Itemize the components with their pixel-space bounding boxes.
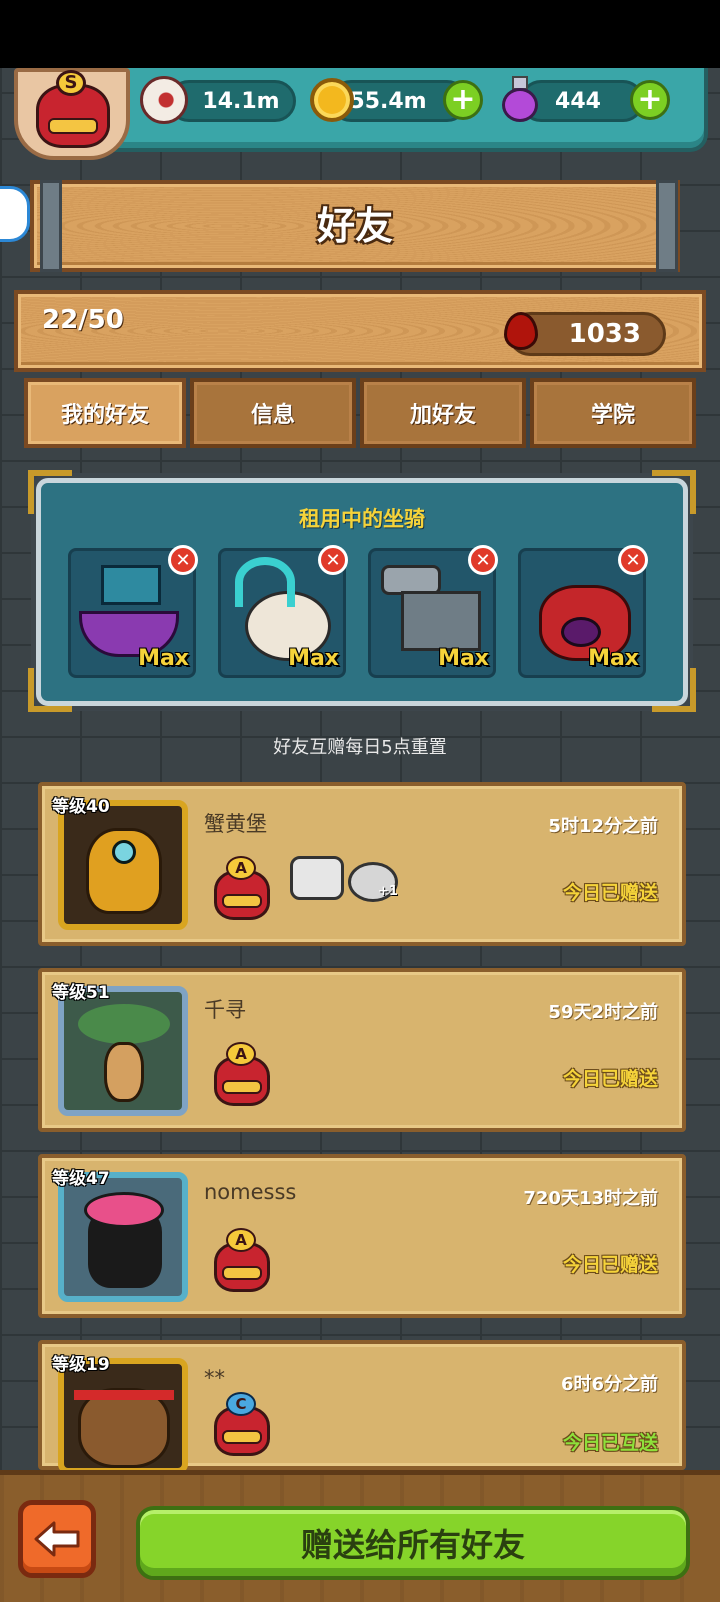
friend-last-seen: 5时12分之前 — [548, 816, 658, 837]
rented-mounts-title: 租用中的坐骑 — [299, 507, 425, 531]
friend-level: 等级19 — [52, 1355, 110, 1375]
back-button[interactable] — [18, 1500, 96, 1578]
friend-last-seen: 720天13时之前 — [523, 1188, 658, 1209]
friend-name: 千寻 — [204, 998, 246, 1022]
friend-avatar[interactable] — [58, 986, 188, 1116]
friend-level: 等级51 — [52, 983, 110, 1003]
friend-rank-letter: C — [226, 1392, 256, 1416]
friend-avatar[interactable] — [58, 800, 188, 930]
tab-add-friend[interactable]: 加好友 — [360, 378, 526, 448]
extra-gift-count: +1 — [378, 884, 398, 899]
gift-status: 今日已赠送 — [562, 1068, 658, 1090]
tab-my-friends-label: 我的好友 — [60, 403, 149, 428]
friend-rank-badge: A — [208, 1228, 274, 1300]
blood-value: 1033 — [568, 319, 641, 349]
tab-academy[interactable]: 学院 — [530, 378, 696, 448]
eyeball-icon — [140, 76, 188, 124]
friend-card[interactable]: 等级19 ** 6时6分之前 C 今日已互送 — [38, 1340, 686, 1474]
gift-all-friends-button[interactable]: 赠送给所有好友 — [136, 1506, 690, 1580]
friend-avatar[interactable] — [58, 1172, 188, 1302]
friend-avatar[interactable] — [58, 1358, 188, 1474]
tab-messages[interactable]: 信息 — [190, 378, 356, 448]
panel-corner — [28, 668, 72, 712]
mount-max-label: Max — [588, 646, 639, 671]
friend-last-seen: 6时6分之前 — [560, 1374, 658, 1395]
tab-my-friends[interactable]: 我的好友 — [24, 378, 186, 448]
add-coins-button[interactable]: + — [443, 80, 483, 120]
remove-mount-button[interactable]: ✕ — [618, 545, 648, 575]
friend-level: 等级40 — [52, 797, 110, 817]
status-bar — [0, 0, 720, 68]
gift-status: 今日已赠送 — [562, 1254, 658, 1276]
friend-level: 等级47 — [52, 1169, 110, 1189]
friend-card[interactable]: 等级47 nomesss 720天13时之前 A 今日已赠送 — [38, 1154, 686, 1318]
add-potion-button[interactable]: + — [630, 80, 670, 120]
player-avatar[interactable]: S — [14, 68, 130, 160]
gift-status: 今日已赠送 — [562, 882, 658, 904]
friend-name: nomesss — [204, 1180, 297, 1204]
friend-card[interactable]: 等级51 千寻 59天2时之前 A 今日已赠送 — [38, 968, 686, 1132]
friend-rank-badge: C — [208, 1392, 274, 1464]
monster-teeth — [48, 118, 98, 134]
plank-bracket-right — [656, 180, 678, 272]
friend-rank-letter: A — [226, 856, 256, 880]
friend-rank-letter: A — [226, 1228, 256, 1252]
title-plank: 好友 — [30, 180, 680, 272]
friend-count: 22/50 — [42, 305, 124, 335]
tab-messages-label: 信息 — [250, 403, 295, 428]
friend-rank-badge: A — [208, 856, 274, 928]
panel-corner — [652, 668, 696, 712]
remove-mount-button[interactable]: ✕ — [468, 545, 498, 575]
remove-mount-button[interactable]: ✕ — [168, 545, 198, 575]
mount-max-label: Max — [288, 646, 339, 671]
friend-name: ** — [204, 1366, 225, 1390]
tab-add-friend-label: 加好友 — [409, 403, 476, 428]
friend-rank-badge: A — [208, 1042, 274, 1114]
plank-bracket-left — [40, 180, 62, 272]
mount-gift-icon — [290, 856, 344, 900]
side-chat-tab[interactable] — [0, 186, 30, 242]
gift-all-label: 赠送给所有好友 — [300, 1526, 525, 1564]
friend-name: 蟹黄堡 — [204, 812, 267, 836]
potion-icon — [500, 76, 540, 124]
player-rank-badge: S — [56, 70, 86, 96]
blood-drop-icon — [502, 306, 538, 354]
friend-rank-letter: A — [226, 1042, 256, 1066]
coin-value: 55.4m — [349, 88, 427, 114]
arrow-left-icon — [34, 1521, 80, 1557]
tab-academy-label: 学院 — [590, 403, 635, 428]
mount-max-label: Max — [438, 646, 489, 671]
gift-status: 今日已互送 — [562, 1432, 658, 1454]
eyeball-value: 14.1m — [202, 88, 280, 114]
daily-reset-note: 好友互赠每日5点重置 — [273, 737, 447, 758]
page-title: 好友 — [316, 204, 393, 248]
friend-card[interactable]: 等级40 蟹黄堡 5时12分之前 A +1 今日已赠送 — [38, 782, 686, 946]
potion-value: 444 — [555, 88, 601, 114]
friend-last-seen: 59天2时之前 — [548, 1002, 658, 1023]
mount-max-label: Max — [138, 646, 189, 671]
remove-mount-button[interactable]: ✕ — [318, 545, 348, 575]
coin-icon — [310, 78, 354, 122]
